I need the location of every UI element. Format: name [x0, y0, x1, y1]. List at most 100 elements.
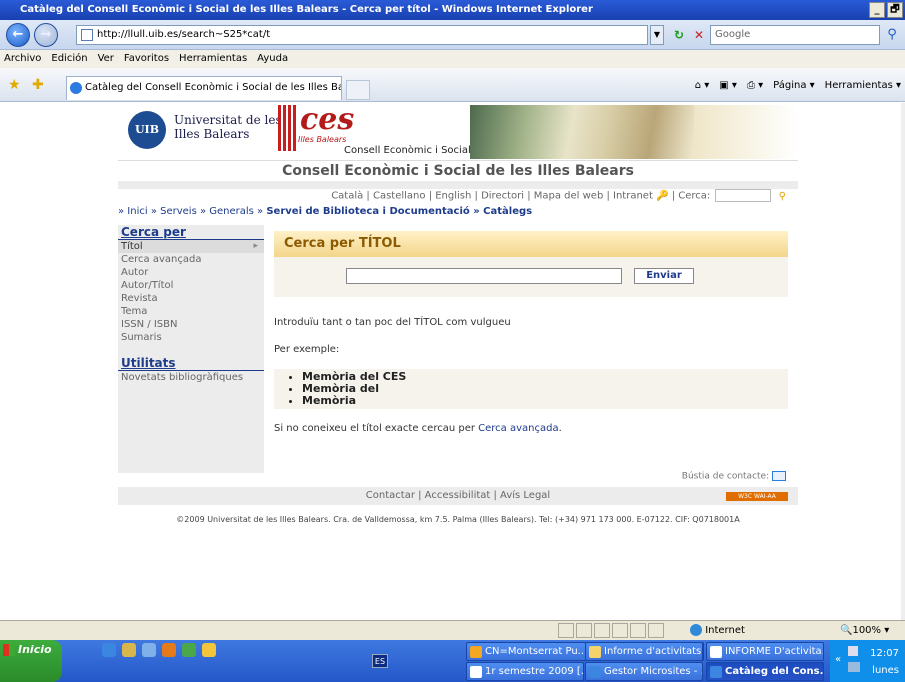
site-title: Consell Econòmic i Social de les Illes B…	[118, 161, 798, 181]
tools-menu[interactable]: Herramientas ▾	[825, 78, 901, 94]
menu-favoritos[interactable]: Favoritos	[124, 50, 169, 68]
windows-flag-icon	[3, 644, 15, 656]
tab-catalog[interactable]: Catàleg del Consell Econòmic i Social de…	[66, 76, 342, 100]
maximize-button[interactable]: 🗗	[887, 2, 903, 18]
window-title: Catàleg del Consell Econòmic i Social de…	[20, 4, 593, 15]
top-strip	[118, 181, 798, 189]
panel-heading: Cerca per TÍTOL	[274, 231, 788, 257]
page-content: UIB Universitat de les Illes Balears ces…	[0, 103, 905, 620]
list-item: Memòria del	[302, 383, 788, 395]
menu-archivo[interactable]: Archivo	[4, 50, 41, 68]
examples-list: Memòria del CES Memòria del Memòria	[274, 369, 788, 409]
sidebar-item-novetats[interactable]: Novetats bibliogràfiques	[118, 371, 264, 384]
media-quicklaunch-icon[interactable]	[182, 643, 196, 657]
taskbar-button-informe[interactable]: Informe d'activitats...	[585, 642, 703, 661]
ces-logo-name: Consell Econòmic i Social	[344, 145, 471, 156]
title-search-input[interactable]	[346, 268, 622, 284]
address-url: http://llull.uib.es/search~S25*cat/t	[97, 29, 271, 40]
sidebar-heading-utilitats: Utilitats	[118, 356, 264, 371]
ces-logo-subtitle: Illes Balears	[298, 135, 347, 144]
contact-mailbox[interactable]: Bústia de contacte:	[682, 471, 786, 482]
site-search-input[interactable]	[715, 189, 772, 202]
site-search-label: | Cerca:	[671, 190, 711, 202]
explorer-quicklaunch-icon[interactable]	[122, 643, 136, 657]
home-icon[interactable]: ⌂ ▾	[695, 78, 710, 94]
taskbar-button-cataleg[interactable]: Catàleg del Cons...	[706, 662, 824, 681]
search-input[interactable]: Google	[710, 25, 880, 45]
minimize-button[interactable]: _	[869, 2, 885, 18]
feeds-icon[interactable]: ▣ ▾	[719, 78, 737, 94]
clock[interactable]: 12:07	[870, 648, 899, 659]
taskbar-button-gestor[interactable]: Gestor Microsites - ...	[585, 662, 703, 681]
vertical-scrollbar[interactable]	[901, 103, 905, 620]
outlook-quicklaunch-icon[interactable]	[142, 643, 156, 657]
example-label: Per exemple:	[274, 344, 340, 355]
status-cells	[558, 623, 664, 638]
advanced-search-link[interactable]: Cerca avançada	[478, 423, 558, 434]
intranet-key-icon: 🔑	[656, 190, 669, 202]
uib-logo[interactable]: UIB	[128, 111, 166, 149]
page-menu[interactable]: Página ▾	[773, 78, 815, 94]
menu-herramientas[interactable]: Herramientas	[179, 50, 247, 68]
print-icon[interactable]: ⎙ ▾	[747, 78, 763, 94]
sidebar-item-revista[interactable]: Revista	[118, 292, 264, 305]
new-tab-button[interactable]	[346, 80, 370, 100]
stop-icon[interactable]: ✕	[690, 26, 708, 44]
address-dropdown-icon[interactable]: ▼	[650, 25, 664, 45]
start-button[interactable]: Inicio	[0, 640, 62, 682]
status-bar: Internet 🔍100% ▾	[0, 620, 905, 640]
uib-name[interactable]: Universitat de les Illes Balears	[174, 113, 282, 141]
intro-text: Introduïu tant o tan poc del TÍTOL com v…	[274, 317, 511, 328]
taskbar-button-semestre[interactable]: 1r semestre 2009 [...	[466, 662, 584, 681]
page-icon	[81, 29, 93, 41]
volume-icon[interactable]	[848, 646, 858, 656]
zoom-level[interactable]: 🔍100% ▾	[840, 622, 889, 640]
sidebar-item-autor[interactable]: Autor	[118, 266, 264, 279]
mail-icon[interactable]	[772, 471, 786, 481]
tray-expand-icon[interactable]: «	[835, 654, 841, 665]
forward-button[interactable]: →	[34, 23, 58, 47]
network-icon[interactable]	[848, 662, 860, 672]
globe-icon	[690, 624, 702, 636]
ie-tab-icon	[70, 82, 82, 94]
firefox-quicklaunch-icon[interactable]	[162, 643, 176, 657]
back-button[interactable]: ←	[6, 23, 30, 47]
add-favorite-icon[interactable]: ✚	[32, 77, 48, 93]
address-toolbar: ← → http://llull.uib.es/search~S25*cat/t…	[0, 20, 905, 50]
ces-logo[interactable]: ces	[300, 105, 354, 135]
sidebar-item-titol[interactable]: Títol	[118, 240, 264, 253]
language-indicator[interactable]: ES	[372, 654, 388, 668]
menu-edicion[interactable]: Edición	[51, 50, 87, 68]
magnifier-icon[interactable]: ⚲	[779, 191, 786, 202]
address-input[interactable]: http://llull.uib.es/search~S25*cat/t	[76, 25, 648, 45]
send-button[interactable]: Enviar	[634, 268, 694, 284]
lotus-icon	[470, 646, 482, 658]
refresh-icon[interactable]: ↻	[670, 26, 688, 44]
sidebar-item-autor-titol[interactable]: Autor/Títol	[118, 279, 264, 292]
language-links[interactable]: Català | Castellano | English | Director…	[331, 191, 653, 202]
word-icon	[470, 666, 482, 678]
security-zone[interactable]: Internet	[690, 622, 745, 640]
ie-icon	[589, 666, 601, 678]
zoom-icon: 🔍	[840, 625, 853, 636]
sidebar-item-tema[interactable]: Tema	[118, 305, 264, 318]
favorites-star-icon[interactable]: ★	[8, 77, 24, 93]
w3c-badge[interactable]: W3C WAI-AA	[726, 492, 788, 501]
sidebar: Cerca per Títol Cerca avançada Autor Aut…	[118, 225, 264, 473]
site-header: UIB Universitat de les Illes Balears ces…	[118, 103, 798, 161]
footer-links[interactable]: Contactar | Accessibilitat | Avís Legal	[366, 490, 550, 501]
menu-bar: Archivo Edición Ver Favoritos Herramient…	[0, 50, 905, 68]
sidebar-item-issn-isbn[interactable]: ISSN / ISBN	[118, 318, 264, 331]
breadcrumb[interactable]: » Inici » Serveis » Generals » Servei de…	[118, 205, 798, 219]
taskbar-button-informe-doc[interactable]: INFORME D'activita...	[706, 642, 824, 661]
menu-ayuda[interactable]: Ayuda	[257, 50, 288, 68]
window-title-bar: Catàleg del Consell Econòmic i Social de…	[0, 0, 905, 20]
ie-quicklaunch-icon[interactable]	[102, 643, 116, 657]
clock-day: lunes	[872, 665, 899, 676]
search-icon[interactable]: ⚲	[882, 26, 902, 44]
sidebar-item-sumaris[interactable]: Sumaris	[118, 331, 264, 344]
sidebar-item-cerca-avancada[interactable]: Cerca avançada	[118, 253, 264, 266]
chrome-quicklaunch-icon[interactable]	[202, 643, 216, 657]
menu-ver[interactable]: Ver	[98, 50, 114, 68]
command-bar: ⌂ ▾ ▣ ▾ ⎙ ▾ Página ▾ Herramientas ▾	[695, 78, 901, 94]
